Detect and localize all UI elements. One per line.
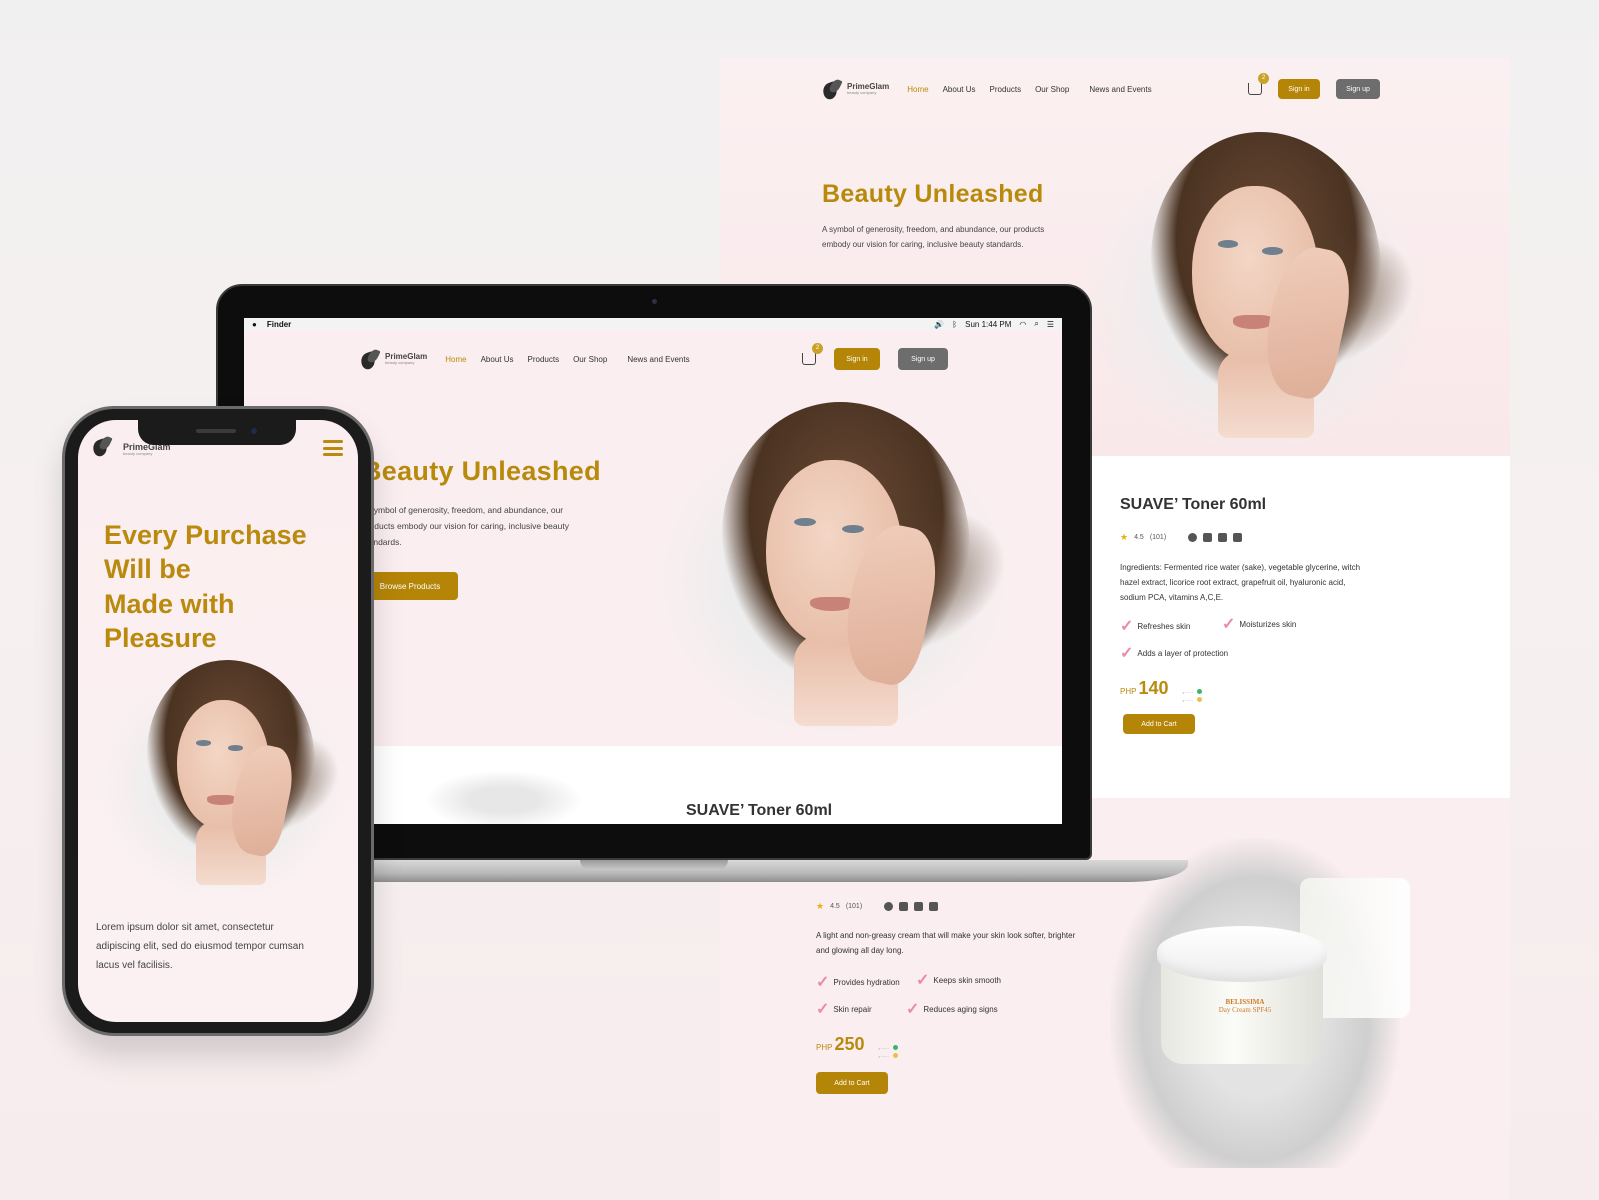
price-value: 250: [834, 1034, 865, 1054]
apple-icon[interactable]: ●: [252, 320, 257, 329]
menubar-app-name[interactable]: Finder: [267, 320, 291, 329]
brand-logo[interactable]: PrimeGlam beauty company: [820, 77, 889, 101]
cream-benefit: ✓ Reduces aging signs: [906, 1001, 998, 1018]
cream-price: PHP 250 • ······ • ······: [816, 1034, 899, 1061]
hero-model-image: [634, 388, 1034, 748]
toner-benefit: ✓ Refreshes skin: [1120, 618, 1191, 635]
phone-screen: PrimeGlam beauty company Every Purchase W…: [78, 420, 358, 1022]
nav-link-about[interactable]: About Us: [943, 85, 976, 94]
facebook-icon[interactable]: [1188, 533, 1198, 542]
brand-logo[interactable]: PrimeGlam beauty company: [358, 347, 427, 371]
facebook-icon[interactable]: [884, 902, 894, 911]
hero-description: A symbol of generosity, freedom, and abu…: [822, 225, 1045, 250]
mobile-body-text: Lorem ipsum dolor sit amet, consectetur …: [96, 922, 304, 971]
desktop-navbar: PrimeGlam beauty company Home About Us Pr…: [820, 73, 1380, 104]
toner-benefit: ✓ Adds a layer of protection: [1120, 645, 1229, 662]
toner-rating-value: 4.5: [1134, 534, 1144, 541]
mobile-model-image: [88, 650, 358, 900]
check-icon: ✓: [1222, 616, 1236, 633]
price-currency: PHP: [816, 1043, 833, 1052]
laptop-hinge-notch: [580, 860, 728, 870]
nav-link-about[interactable]: About Us: [481, 355, 514, 364]
nav-link-shop[interactable]: Our Shop: [573, 355, 607, 364]
brand-tagline: beauty company: [847, 90, 877, 95]
hero-title: Beauty Unleashed: [822, 180, 1044, 208]
volume-icon[interactable]: 🔊: [934, 320, 944, 329]
check-icon: ✓: [1120, 618, 1134, 635]
instagram-icon[interactable]: [1218, 533, 1228, 542]
twitter-icon[interactable]: [1233, 533, 1243, 542]
cream-rating-value: 4.5: [830, 903, 840, 910]
wifi-icon[interactable]: ◠: [1019, 320, 1026, 329]
twitter-icon[interactable]: [929, 902, 939, 911]
laptop-peek-product-title: SUAVE’ Toner 60ml: [686, 802, 833, 819]
cream-benefit: ✓ Keeps skin smooth: [916, 972, 1001, 989]
cart-icon[interactable]: 2: [1248, 73, 1269, 95]
cart-icon[interactable]: 2: [802, 343, 823, 365]
laptop-navbar: PrimeGlam beauty company Home About Us Pr…: [358, 343, 948, 374]
nav-link-news[interactable]: News and Events: [627, 355, 689, 364]
logo-leaf-icon: [820, 77, 844, 101]
signin-button[interactable]: Sign in: [1278, 79, 1320, 99]
tiktok-icon[interactable]: [899, 902, 909, 911]
signup-button[interactable]: Sign up: [1336, 79, 1380, 99]
price-currency: PHP: [1120, 687, 1137, 696]
cream-jar-label: BELISSIMA Day Cream SPF45: [1218, 998, 1272, 1015]
bluetooth-icon[interactable]: ᛒ: [952, 320, 957, 329]
hero-description: A symbol of generosity, freedom, and abu…: [362, 505, 569, 548]
signup-button[interactable]: Sign up: [898, 348, 948, 370]
nav-link-news[interactable]: News and Events: [1089, 85, 1151, 94]
hamburger-menu-icon[interactable]: [323, 440, 343, 456]
logo-leaf-icon: [358, 347, 382, 371]
toner-add-to-cart-button[interactable]: Add to Cart: [1123, 714, 1195, 734]
tiktok-icon[interactable]: [1203, 533, 1213, 542]
spotlight-icon[interactable]: ⌕: [1034, 319, 1038, 329]
check-icon: ✓: [1120, 645, 1134, 662]
hero-title: Beauty Unleashed: [362, 456, 601, 486]
cart-count-badge: 2: [1258, 73, 1269, 84]
toner-price: PHP 140 • ······ • ······: [1120, 678, 1203, 705]
cream-review-count: (101): [845, 903, 863, 910]
toner-product-title: SUAVE’ Toner 60ml: [1120, 496, 1267, 513]
check-icon: ✓: [816, 974, 830, 991]
check-icon: ✓: [906, 1001, 920, 1018]
nav-link-products[interactable]: Products: [528, 355, 560, 364]
cream-description: A light and non-greasy cream that will m…: [816, 931, 1076, 956]
product-backdrop-splash: [424, 770, 584, 824]
nav-link-products[interactable]: Products: [990, 85, 1022, 94]
check-icon: ✓: [816, 1001, 830, 1018]
cream-benefit: ✓ Provides hydration: [816, 974, 900, 991]
cream-benefit: ✓ Skin repair: [816, 1001, 872, 1018]
cart-count-badge: 2: [812, 343, 823, 354]
stock-indicators: • ······ • ······: [879, 1045, 899, 1061]
control-center-icon[interactable]: ☰: [1047, 320, 1054, 329]
star-icon: ★: [1120, 532, 1129, 542]
browse-products-button[interactable]: Browse Products: [362, 572, 458, 600]
star-icon: ★: [816, 901, 825, 911]
toner-benefit: ✓ Moisturizes skin: [1222, 616, 1297, 633]
macos-menubar: ● Finder 🔊 ᛒ Sun 1:44 PM ◠ ⌕ ☰: [244, 318, 1062, 330]
logo-leaf-icon: [90, 434, 120, 464]
cream-add-to-cart-button[interactable]: Add to Cart: [816, 1072, 888, 1094]
laptop-camera: [652, 299, 657, 304]
menubar-clock[interactable]: Sun 1:44 PM: [965, 320, 1011, 329]
mobile-headline: Every Purchase Will be Made with Pleasur…: [104, 520, 307, 653]
toner-ingredients: Ingredients: Fermented rice water (sake)…: [1120, 563, 1361, 603]
phone-camera: [251, 428, 257, 434]
price-value: 140: [1138, 678, 1169, 698]
nav-link-shop[interactable]: Our Shop: [1035, 85, 1069, 94]
check-icon: ✓: [916, 972, 930, 989]
cream-rating-row: ★ 4.5 (101): [816, 901, 939, 912]
stock-indicators: • ······ • ······: [1183, 689, 1203, 705]
signin-button[interactable]: Sign in: [834, 348, 880, 370]
toner-review-count: (101): [1149, 534, 1167, 541]
nav-link-home[interactable]: Home: [907, 85, 928, 94]
phone-speaker: [196, 429, 236, 433]
instagram-icon[interactable]: [914, 902, 924, 911]
cream-jar-lid: [1157, 926, 1327, 982]
toner-rating-row: ★ 4.5 (101): [1120, 532, 1243, 543]
hero-model-image: [1070, 118, 1440, 458]
nav-link-home[interactable]: Home: [445, 355, 466, 364]
